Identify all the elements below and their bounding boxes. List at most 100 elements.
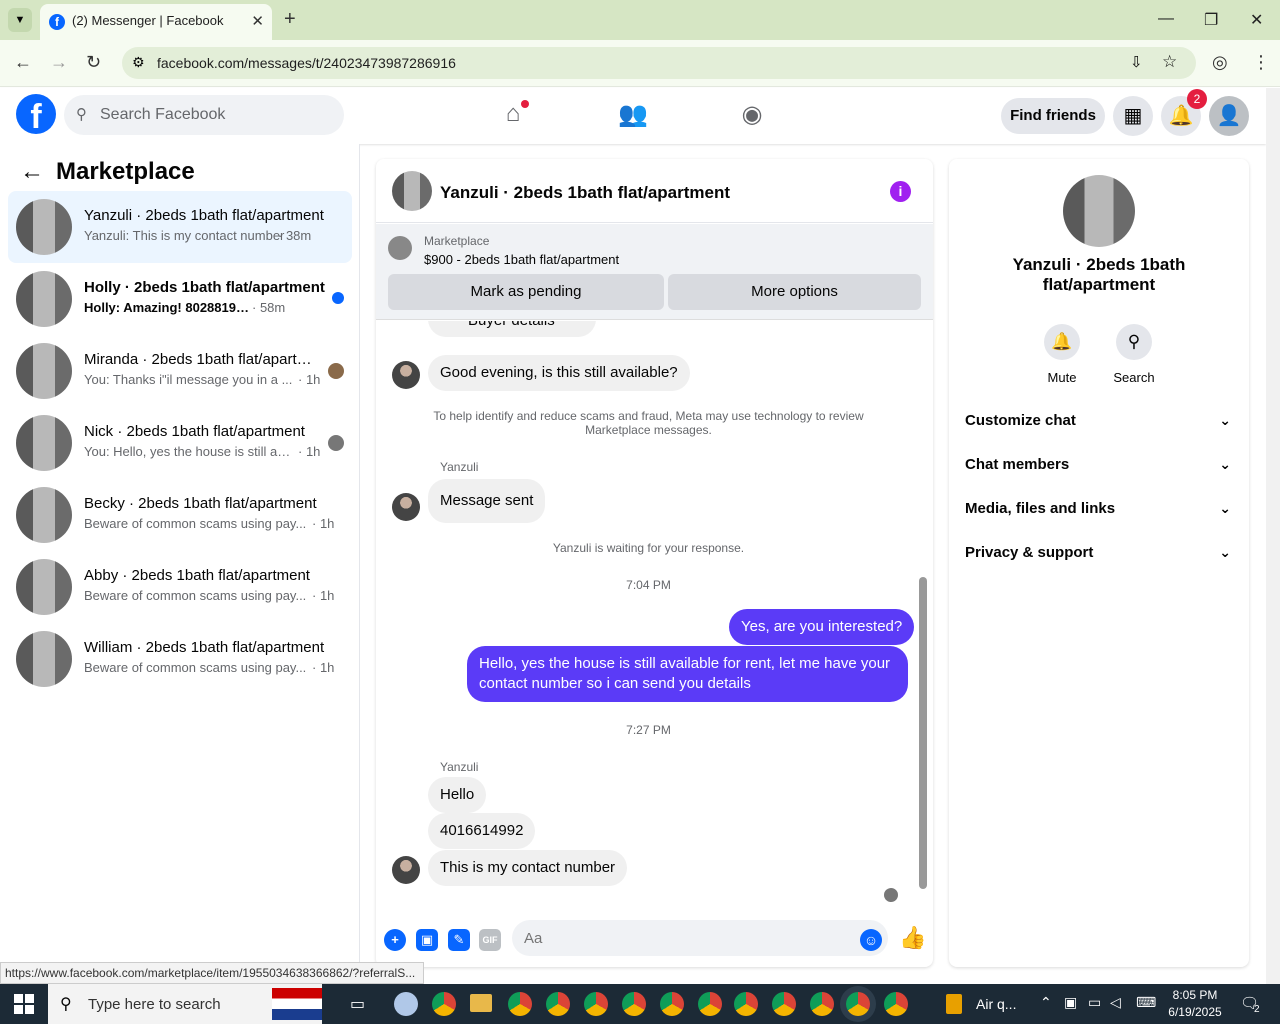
more-options-button[interactable]: More options — [668, 274, 921, 310]
meet-now-icon[interactable]: ▣ — [1064, 994, 1077, 1011]
task-view-icon[interactable]: ▭ — [350, 994, 365, 1014]
site-info-icon[interactable]: ⚙ — [132, 54, 145, 71]
keyboard-icon[interactable]: ⌨ — [1136, 994, 1156, 1011]
seen-receipt-avatar — [884, 888, 898, 902]
minimize-icon[interactable]: — — [1158, 10, 1174, 28]
add-attachment-icon[interactable]: + — [384, 929, 406, 951]
chevron-down-icon: ⌄ — [1219, 456, 1231, 472]
media-files-links-section[interactable]: Media, files and links ⌄ — [965, 500, 1233, 517]
close-tab-icon[interactable]: ✕ — [251, 12, 264, 30]
chevron-down-icon: ⌄ — [1219, 412, 1231, 428]
info-icon[interactable]: i — [890, 181, 911, 202]
profile-icon[interactable]: ◎ — [1212, 52, 1228, 73]
message-bubble: Message sent — [428, 479, 546, 523]
back-arrow-icon[interactable]: ← — [20, 158, 44, 186]
reload-icon[interactable]: ↻ — [86, 52, 101, 73]
account-avatar-icon[interactable]: 👤 — [1209, 96, 1249, 136]
chat-avatar[interactable] — [392, 171, 432, 211]
sender-avatar — [392, 856, 420, 884]
buyer-details-card[interactable]: Buyer details — [428, 321, 596, 337]
chrome-icon[interactable] — [508, 992, 532, 1016]
listing-title[interactable]: $900 - 2beds 1bath flat/apartment — [424, 252, 619, 267]
conversation-item[interactable]: Miranda · 2beds 1bath flat/apartment You… — [8, 335, 352, 407]
page-scrollbar[interactable] — [1266, 88, 1280, 984]
like-thumbs-up-icon[interactable]: 👍 — [899, 925, 926, 951]
chat-members-section[interactable]: Chat members ⌄ — [965, 456, 1233, 473]
conversation-item[interactable]: Yanzuli · 2beds 1bath flat/apartment Yan… — [8, 191, 352, 263]
install-app-icon[interactable]: ⇩ — [1130, 53, 1143, 71]
chrome-icon[interactable] — [660, 992, 684, 1016]
new-tab-icon[interactable]: + — [284, 8, 296, 31]
menu-grid-icon[interactable]: ▦ — [1113, 96, 1153, 136]
search-facebook-box[interactable]: ⚲ Search Facebook — [64, 95, 344, 135]
customize-chat-section[interactable]: Customize chat ⌄ — [965, 412, 1233, 429]
chevron-up-icon[interactable]: ⌃ — [1040, 994, 1052, 1011]
bell-icon: 🔔 — [1044, 324, 1080, 360]
search-placeholder: Search Facebook — [100, 106, 226, 123]
taskbar-search-box[interactable]: ⚲ Type here to search — [48, 984, 322, 1024]
omnibox[interactable]: ⚙ facebook.com/messages/t/24023473987286… — [122, 47, 1196, 79]
chrome-icon[interactable] — [432, 992, 456, 1016]
conversation-name: Becky · 2beds 1bath flat/apartment — [84, 495, 317, 512]
back-icon[interactable]: ← — [14, 52, 32, 73]
chrome-icon[interactable] — [546, 992, 570, 1016]
mark-as-pending-button[interactable]: Mark as pending — [388, 274, 664, 310]
taskbar-clock[interactable]: 8:05 PM 6/19/2025 — [1165, 987, 1225, 1021]
privacy-support-section[interactable]: Privacy & support ⌄ — [965, 544, 1233, 561]
chrome-icon[interactable] — [584, 992, 608, 1016]
chat-scrollbar[interactable] — [919, 577, 927, 889]
conversation-name: William · 2beds 1bath flat/apartment — [84, 639, 325, 656]
sticker-icon[interactable]: ✎ — [448, 929, 470, 951]
restore-icon[interactable]: ❐ — [1204, 10, 1218, 30]
chrome-icon[interactable] — [698, 992, 722, 1016]
conversation-preview: Beware of common scams using pay... — [84, 588, 307, 603]
profile-avatar[interactable] — [1063, 175, 1135, 247]
file-explorer-icon[interactable] — [470, 994, 492, 1012]
emoji-icon[interactable]: ☺ — [860, 929, 882, 951]
chrome-icon[interactable] — [772, 992, 796, 1016]
status-bar-url: https://www.facebook.com/marketplace/ite… — [0, 962, 424, 984]
sender-avatar — [392, 361, 420, 389]
friends-icon[interactable]: 👥 — [618, 100, 648, 130]
conversation-name: Abby · 2beds 1bath flat/apartment — [84, 567, 310, 584]
listing-thumbnail[interactable] — [388, 236, 412, 260]
windows-start-icon[interactable] — [14, 994, 34, 1014]
conversation-item[interactable]: Holly · 2beds 1bath flat/apartment Holly… — [8, 263, 352, 335]
conversation-item[interactable]: Becky · 2beds 1bath flat/apartment Bewar… — [8, 479, 352, 551]
chrome-icon[interactable] — [884, 992, 908, 1016]
volume-icon[interactable]: ◁ — [1110, 994, 1121, 1011]
conversation-item[interactable]: Nick · 2beds 1bath flat/apartment You: H… — [8, 407, 352, 479]
weather-icon[interactable] — [946, 994, 962, 1014]
mute-action[interactable]: 🔔 Mute — [1032, 324, 1092, 385]
weather-text[interactable]: Air q... — [976, 996, 1016, 1012]
gif-icon[interactable]: GIF — [479, 929, 501, 951]
chrome-icon[interactable] — [846, 992, 870, 1016]
facebook-favicon-icon: f — [49, 14, 65, 30]
tab-title: (2) Messenger | Facebook — [72, 13, 224, 28]
conversation-item[interactable]: Abby · 2beds 1bath flat/apartment Beware… — [8, 551, 352, 623]
close-window-icon[interactable]: ✕ — [1250, 10, 1263, 30]
photo-icon[interactable]: ▣ — [416, 929, 438, 951]
search-action[interactable]: ⚲ Search — [1104, 324, 1164, 385]
listing-thumbnail — [16, 415, 72, 471]
chat-title[interactable]: Yanzuli · 2beds 1bath flat/apartment — [440, 183, 730, 203]
network-icon[interactable]: ▭ — [1088, 994, 1101, 1011]
chrome-icon[interactable] — [810, 992, 834, 1016]
app-icon[interactable] — [394, 992, 418, 1016]
menu-icon[interactable]: ⋮ — [1252, 52, 1270, 73]
bookmark-star-icon[interactable]: ☆ — [1162, 52, 1177, 72]
listing-thumbnail — [16, 271, 72, 327]
conversation-item[interactable]: William · 2beds 1bath flat/apartment Bew… — [8, 623, 352, 695]
facebook-logo-icon[interactable]: f — [16, 94, 56, 136]
groups-icon[interactable]: ◉ — [737, 100, 767, 130]
url-text[interactable]: facebook.com/messages/t/2402347398728691… — [157, 55, 456, 71]
marketplace-label: Marketplace — [424, 234, 490, 248]
forward-icon[interactable]: → — [50, 52, 68, 73]
browser-tab[interactable]: f (2) Messenger | Facebook ✕ — [40, 4, 272, 40]
find-friends-button[interactable]: Find friends — [1001, 98, 1105, 134]
message-input[interactable] — [512, 920, 888, 956]
tab-search-icon[interactable]: ▼ — [8, 8, 32, 32]
chrome-icon[interactable] — [734, 992, 758, 1016]
section-label: Media, files and links — [965, 500, 1116, 517]
chrome-icon[interactable] — [622, 992, 646, 1016]
